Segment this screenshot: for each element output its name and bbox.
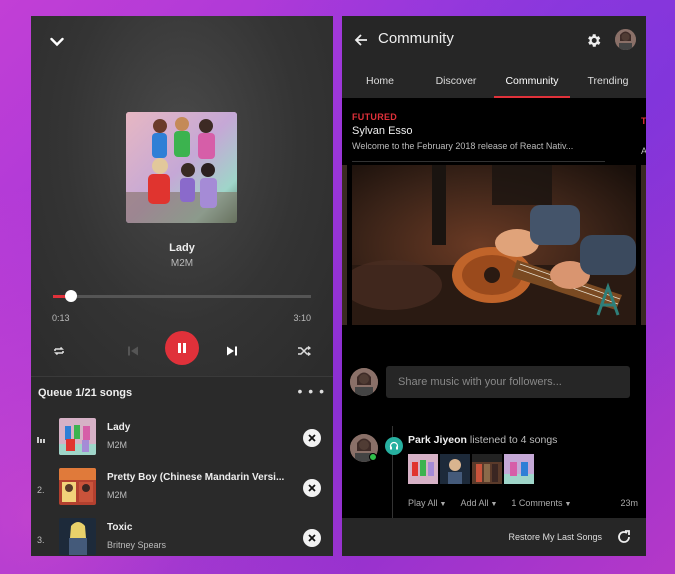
next-card-peek[interactable] xyxy=(641,165,646,325)
listening-badge xyxy=(385,437,403,455)
repeat-icon xyxy=(54,346,64,356)
activity-user-name[interactable]: Park Jiyeon xyxy=(408,434,467,446)
gear-icon xyxy=(587,33,600,47)
online-status-dot xyxy=(369,453,377,461)
arrow-left-icon xyxy=(354,34,367,46)
activity-actions: Play All ▼ Add All ▼ 1 Comments ▼ xyxy=(408,498,571,508)
featured-artist: Sylvan Esso xyxy=(352,125,413,137)
queue-item-index: 3. xyxy=(37,535,45,545)
skip-next-icon xyxy=(227,346,237,356)
comments-button[interactable]: 1 Comments ▼ xyxy=(511,498,571,508)
total-time: 3:10 xyxy=(293,313,311,323)
queue-item-title: Lady xyxy=(107,422,131,433)
featured-tag: FUTURED xyxy=(352,112,398,122)
play-all-button[interactable]: Play All ▼ xyxy=(408,498,446,508)
queue-item[interactable]: Lady M2M xyxy=(31,413,333,463)
community-screen: Community Home Discover Community Trendi… xyxy=(342,16,646,556)
share-input[interactable]: Share music with your followers... xyxy=(386,366,630,398)
queue-item-artist: M2M xyxy=(107,490,127,500)
tab-bar: Home Discover Community Trending xyxy=(342,64,646,98)
chevron-down-icon xyxy=(50,37,64,47)
refresh-icon xyxy=(618,530,630,543)
featured-image[interactable] xyxy=(352,165,636,325)
activity-thumbnails xyxy=(408,454,534,484)
featured-description: Welcome to the February 2018 release of … xyxy=(352,141,574,151)
tab-discover[interactable]: Discover xyxy=(418,64,494,98)
queue-item-index: 2. xyxy=(37,485,45,495)
previous-card-peek[interactable] xyxy=(342,165,347,325)
restore-button[interactable] xyxy=(616,529,632,545)
collapse-button[interactable] xyxy=(47,34,67,50)
play-all-label: Play All xyxy=(408,498,438,508)
profile-avatar[interactable] xyxy=(615,29,636,50)
add-all-button[interactable]: Add All ▼ xyxy=(460,498,497,508)
tab-community[interactable]: Community xyxy=(494,64,570,98)
equalizer-icon xyxy=(37,437,45,443)
now-playing-indicator xyxy=(37,435,51,445)
queue-item-title: Pretty Boy (Chinese Mandarin Versi... xyxy=(107,472,285,483)
shuffle-button[interactable] xyxy=(293,340,315,362)
queue-item[interactable]: 3. Toxic Britney Spears xyxy=(31,513,333,556)
caret-down-icon: ▼ xyxy=(564,501,572,508)
settings-button[interactable] xyxy=(583,30,603,50)
queue-header: Queue 1/21 songs xyxy=(38,387,133,399)
queue-item-artist: Britney Spears xyxy=(107,540,167,550)
comments-label: 1 Comments xyxy=(511,498,563,508)
restore-bar[interactable]: Restore My Last Songs xyxy=(342,518,646,556)
remove-from-queue-button[interactable] xyxy=(303,479,321,497)
tab-home[interactable]: Home xyxy=(342,64,418,98)
headphones-icon xyxy=(389,441,399,450)
restore-label: Restore My Last Songs xyxy=(508,532,602,542)
close-icon xyxy=(308,534,316,542)
song-thumbnail[interactable] xyxy=(504,454,534,484)
app-bar: Community xyxy=(342,16,646,64)
activity-count: 4 songs xyxy=(520,434,558,446)
caret-down-icon: ▼ xyxy=(439,501,447,508)
album-art xyxy=(126,112,237,223)
queue-item-title: Toxic xyxy=(107,522,133,533)
current-time: 0:13 xyxy=(52,313,70,323)
tab-trending[interactable]: Trending xyxy=(570,64,646,98)
add-all-label: Add All xyxy=(460,498,489,508)
song-thumbnail[interactable] xyxy=(408,454,438,484)
share-input-placeholder: Share music with your followers... xyxy=(398,376,562,388)
player-panel: Lady M2M 0:13 3:10 xyxy=(31,16,333,376)
shuffle-icon xyxy=(298,345,311,357)
track-title: Lady xyxy=(169,242,195,254)
progress-thumb[interactable] xyxy=(65,290,78,302)
remove-from-queue-button[interactable] xyxy=(303,429,321,447)
queue-item-thumbnail xyxy=(59,418,96,455)
repeat-button[interactable] xyxy=(48,340,70,362)
pause-button[interactable] xyxy=(165,331,199,365)
close-icon xyxy=(308,484,316,492)
next-button[interactable] xyxy=(221,340,243,362)
queue-item-artist: M2M xyxy=(107,440,127,450)
previous-button[interactable] xyxy=(122,340,144,362)
song-thumbnail[interactable] xyxy=(440,454,470,484)
activity-text: Park Jiyeon listened to 4 songs xyxy=(408,434,557,446)
user-avatar xyxy=(350,368,378,396)
queue-item-thumbnail xyxy=(59,518,96,555)
song-thumbnail[interactable] xyxy=(472,454,502,484)
caret-down-icon: ▼ xyxy=(490,501,498,508)
queue-panel: Queue 1/21 songs • • • Lady M2M 2. Prett… xyxy=(31,376,333,556)
divider xyxy=(352,161,605,162)
queue-more-button[interactable]: • • • xyxy=(298,383,325,399)
close-icon xyxy=(308,434,316,442)
remove-from-queue-button[interactable] xyxy=(303,529,321,547)
next-card-description: A xyxy=(641,146,646,156)
progress-bar[interactable] xyxy=(53,290,311,302)
activity-timestamp: 23m xyxy=(620,498,638,508)
page-title: Community xyxy=(378,30,454,47)
track-artist: M2M xyxy=(170,258,194,269)
back-button[interactable] xyxy=(352,31,370,49)
activity-verb: listened to xyxy=(466,434,521,446)
queue-item[interactable]: 2. Pretty Boy (Chinese Mandarin Versi...… xyxy=(31,463,333,513)
pause-icon xyxy=(178,343,186,353)
now-playing-screen: Lady M2M 0:13 3:10 Queue 1/21 songs • • … xyxy=(31,16,333,556)
skip-previous-icon xyxy=(128,346,138,356)
next-card-tag: T xyxy=(641,116,646,126)
featured-card[interactable]: FUTURED Sylvan Esso Welcome to the Febru… xyxy=(352,112,636,154)
queue-item-thumbnail xyxy=(59,468,96,505)
